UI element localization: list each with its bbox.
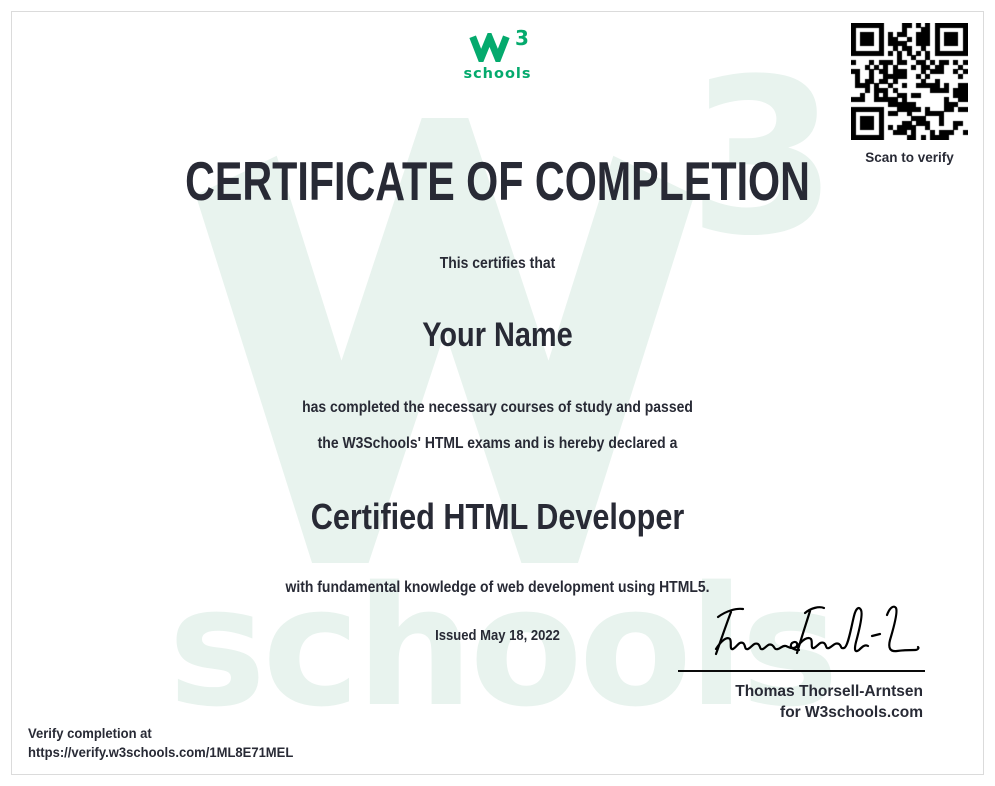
credential-title: Certified HTML Developer <box>310 496 685 537</box>
recipient-name: Your Name <box>422 316 573 354</box>
logo-wordmark: schools <box>463 66 532 82</box>
verify-block: Verify completion at https://verify.w3sc… <box>28 724 293 761</box>
qr-code-icon <box>851 23 968 140</box>
signatory-for: for W3schools.com <box>780 704 923 721</box>
brand-logo: 3 schools <box>0 28 995 82</box>
logo-superscript-3: 3 <box>515 26 529 50</box>
certifies-line: This certifies that <box>439 255 556 272</box>
verify-label: Verify completion at <box>28 725 152 741</box>
verify-url: https://verify.w3schools.com/1ML8E71MEL <box>28 743 294 760</box>
signature-image <box>714 605 920 656</box>
certificate-title: CERTIFICATE OF COMPLETION <box>185 150 810 212</box>
signature-divider <box>678 670 925 672</box>
body-line-2: the W3Schools' HTML exams and is hereby … <box>317 435 678 452</box>
w3schools-w-icon <box>469 33 510 62</box>
qr-block: Scan to verify <box>851 23 968 165</box>
body-line-1: has completed the necessary courses of s… <box>302 399 693 416</box>
signatory-name: Thomas Thorsell-Arntsen <box>735 683 923 700</box>
certificate: { "colors": { "green": "#04AA6D", "dark"… <box>0 0 995 786</box>
signatory-block: Thomas Thorsell-Arntsen for W3schools.co… <box>735 681 923 723</box>
